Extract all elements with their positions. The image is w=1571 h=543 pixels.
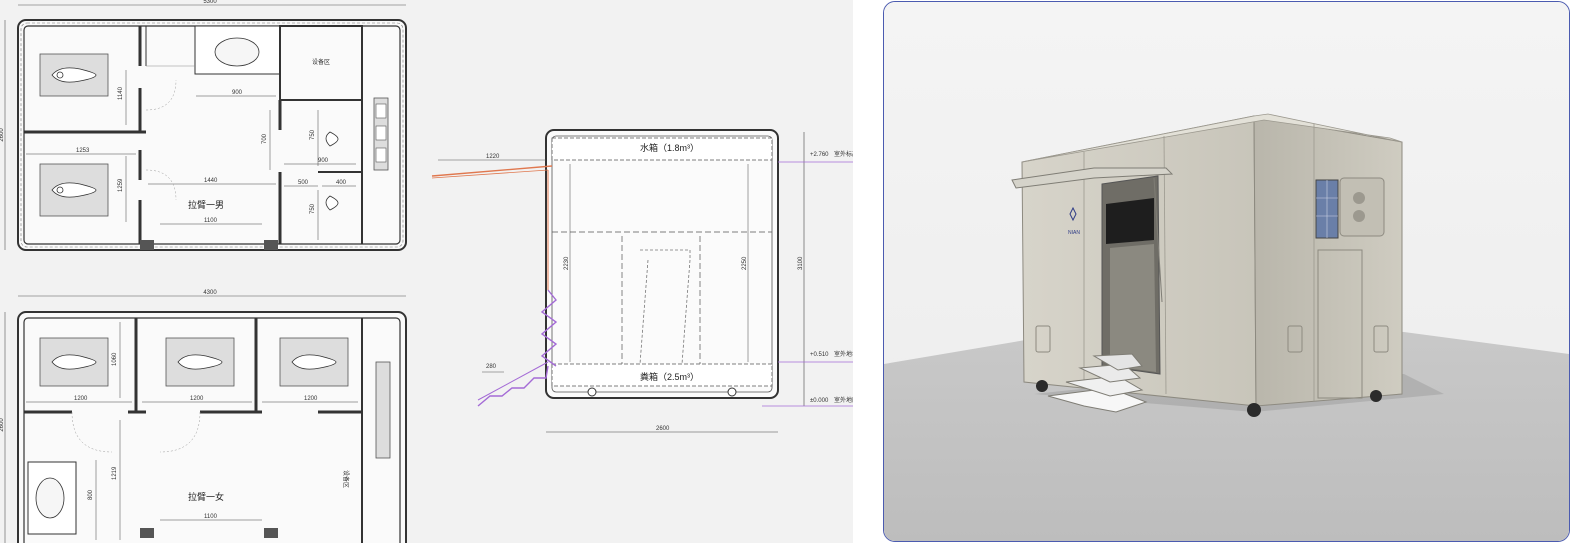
plan-top-equipment-label: 设备区: [312, 58, 330, 66]
canopy-dim: 1220: [486, 154, 500, 160]
plan-bottom-equipment-label: 设备区: [342, 470, 350, 488]
plan-bottom-dim-4: 1219: [112, 466, 118, 480]
plan-bottom-room-label: 拉臂一女: [188, 491, 224, 502]
plan-top-dim-7: 400: [336, 180, 347, 186]
floor-plan-women: 4300 2600 1200 1200 1200 1060 1219 800 1…: [0, 290, 407, 543]
logo-text: NIAN: [1068, 230, 1080, 236]
plan-bottom-width-dim: 4300: [203, 290, 217, 296]
height-total-dim: 3100: [798, 256, 804, 270]
step-dim: 280: [486, 364, 497, 370]
ac-unit: [1339, 177, 1385, 237]
floor-plan-men: 5300 2600 设备区 900 1140 1253 700 750 900 …: [0, 0, 407, 251]
render-panel: NIAN: [883, 1, 1570, 542]
level-1-value: +0.510: [810, 352, 829, 358]
stage: 5300 2600 设备区 900 1140 1253 700 750 900 …: [0, 0, 1571, 543]
plan-top-dim-4: 750: [310, 129, 316, 140]
level-2-text: 室外地面: [834, 396, 853, 404]
plan-bottom-dim-5: 800: [88, 489, 94, 500]
plan-top-dim-10: 1100: [204, 218, 218, 224]
base-width-dim: 2600: [656, 426, 670, 432]
plan-bottom-depth-dim: 2600: [0, 418, 5, 432]
plan-bottom-dim-0: 1200: [74, 396, 88, 402]
plan-bottom-dim-1: 1200: [190, 396, 204, 402]
interior-window: [1106, 198, 1154, 244]
water-tank-label: 水箱（1.8m³）: [640, 142, 699, 153]
plan-top-dim-0: 900: [232, 90, 243, 96]
level-0-text: 室外标高: [834, 150, 853, 158]
plan-top-width-dim: 5300: [203, 0, 217, 5]
plan-top-room-label: 拉臂一男: [188, 199, 224, 210]
plan-top-depth-dim: 2600: [0, 128, 5, 142]
level-1-text: 室外地坪: [834, 350, 853, 358]
plan-top-dim-8: 750: [310, 203, 316, 214]
plan-top-dim-6: 500: [298, 180, 309, 186]
cabin-render: NIAN: [884, 2, 1569, 541]
plan-bottom-dim-6: 1100: [204, 514, 218, 520]
height-inner-left-dim: 2230: [564, 256, 570, 270]
plan-top-dim-9: 1440: [204, 178, 218, 184]
wheel-rear: [1370, 390, 1382, 402]
level-2-value: ±0.000: [810, 398, 829, 404]
plan-top-dim-1: 1140: [118, 86, 124, 100]
plan-bottom-dim-3: 1060: [112, 352, 118, 366]
level-0-value: +2.760: [810, 152, 829, 158]
plan-bottom-dim-2: 1200: [304, 396, 318, 402]
plan-top-dim-2: 1253: [76, 148, 90, 154]
plan-top-dim-5: 900: [318, 158, 329, 164]
waste-tank-label: 粪箱（2.5m³）: [640, 371, 699, 382]
plan-top-dim-3: 700: [262, 133, 268, 144]
cabin-side-face: [1253, 115, 1403, 407]
wheel-front-left: [1036, 380, 1048, 392]
wheel-front-right: [1247, 403, 1261, 417]
technical-drawing: 5300 2600 设备区 900 1140 1253 700 750 900 …: [0, 0, 853, 543]
height-inner-right-dim: 2250: [742, 256, 748, 270]
plan-top-dim-11: 1259: [118, 178, 124, 192]
